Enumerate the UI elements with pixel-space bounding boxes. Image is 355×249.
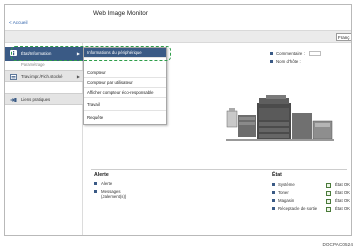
menu-item-device-information[interactable]: Informations du périphérique [84,48,166,58]
sidebar: État/Information ▶ Paramétrage Trav.impr… [5,43,83,235]
app-title: Web Image Monitor [93,10,148,17]
status-submenu: Informations du périphérique Compteur Co… [83,47,167,125]
sidebar-item-settings[interactable]: Paramétrage [5,61,83,69]
sidebar-item-useful-links[interactable]: Liens pratiques [5,93,83,105]
alert-section-title: Alerte [94,172,109,178]
host-line: Nom d'hôte : [270,58,321,66]
print-jobs-icon [10,74,17,80]
bullet-icon [270,60,273,64]
ok-status-icon [326,206,331,212]
status-value: État OK [335,182,351,187]
status-row-toner[interactable]: Toner État OK [272,189,351,197]
comment-line: Commentaire : [270,50,321,58]
bullet-icon [272,207,275,211]
browser-frame: Web Image Monitor < Accueil Franç État/I… [4,4,352,236]
host-label: Nom d'hôte : [276,59,301,64]
info-icon [10,50,17,56]
sidebar-item-label: État/Information [21,51,52,56]
status-name: Système [278,182,295,187]
device-info-panel: Commentaire : Nom d'hôte : [270,50,321,66]
menu-item-job[interactable]: Travail [84,98,166,111]
messages-item[interactable]: Messages (Jalement(s)) [94,189,126,199]
sidebar-item-label: Paramétrage [21,62,45,67]
messages-label: Messages (Jalement(s)) [101,189,127,199]
ok-status-icon [326,182,331,188]
figure-caption: DOCPAC0524 [322,242,353,247]
sidebar-item-label: Liens pratiques [21,97,51,102]
status-row-tray[interactable]: Magasin État OK [272,197,351,205]
language-select[interactable]: Franç [336,33,351,41]
ok-status-icon [326,190,331,196]
submenu-arrow-icon: ▶ [76,74,80,79]
alert-list: Alerte Messages (Jalement(s)) [94,181,126,199]
printer-image [226,95,334,141]
status-name: Toner [278,190,289,195]
top-bar: Franç [5,30,351,43]
sidebar-item-label: Trav.impr./Fich.stocké [21,74,63,79]
home-link[interactable]: < Accueil [9,20,28,25]
submenu-arrow-icon: ▶ [76,51,80,56]
status-value: État OK [335,206,351,211]
bullet-icon [94,182,97,186]
app-header: Web Image Monitor < Accueil [5,5,351,27]
menu-item-eco-counter[interactable]: Afficher compteur éco-responsable [84,88,166,98]
alert-item[interactable]: Alerte [94,181,126,187]
bullet-icon [272,191,275,195]
status-row-output-tray[interactable]: Réceptacle de sortie État OK [272,205,351,213]
sidebar-item-print-jobs[interactable]: Trav.impr./Fich.stocké ▶ [5,70,83,82]
menu-item-counter-per-user[interactable]: Compteur par utilisateur [84,78,166,88]
bullet-icon [270,52,273,56]
comment-value [308,51,321,57]
status-row-system[interactable]: Système État OK [272,181,351,189]
bullet-icon [94,190,97,194]
ok-status-icon [326,198,331,204]
menu-item-inquiry[interactable]: Requête [84,111,166,124]
divider [91,169,347,170]
status-list: Système État OK Toner État OK Magasin Ét… [272,181,351,213]
bullet-icon [272,199,275,203]
comment-label: Commentaire : [276,51,305,56]
status-section-title: État [272,172,282,178]
status-value: État OK [335,198,351,203]
status-name: Magasin [278,198,295,203]
status-name: Réceptacle de sortie [278,206,318,211]
bullet-icon [272,183,275,187]
sidebar-item-status-information[interactable]: État/Information ▶ [5,47,83,61]
link-icon [10,98,17,102]
alert-label: Alerte [101,181,113,186]
status-value: État OK [335,190,351,195]
menu-item-counter[interactable]: Compteur [84,68,166,78]
